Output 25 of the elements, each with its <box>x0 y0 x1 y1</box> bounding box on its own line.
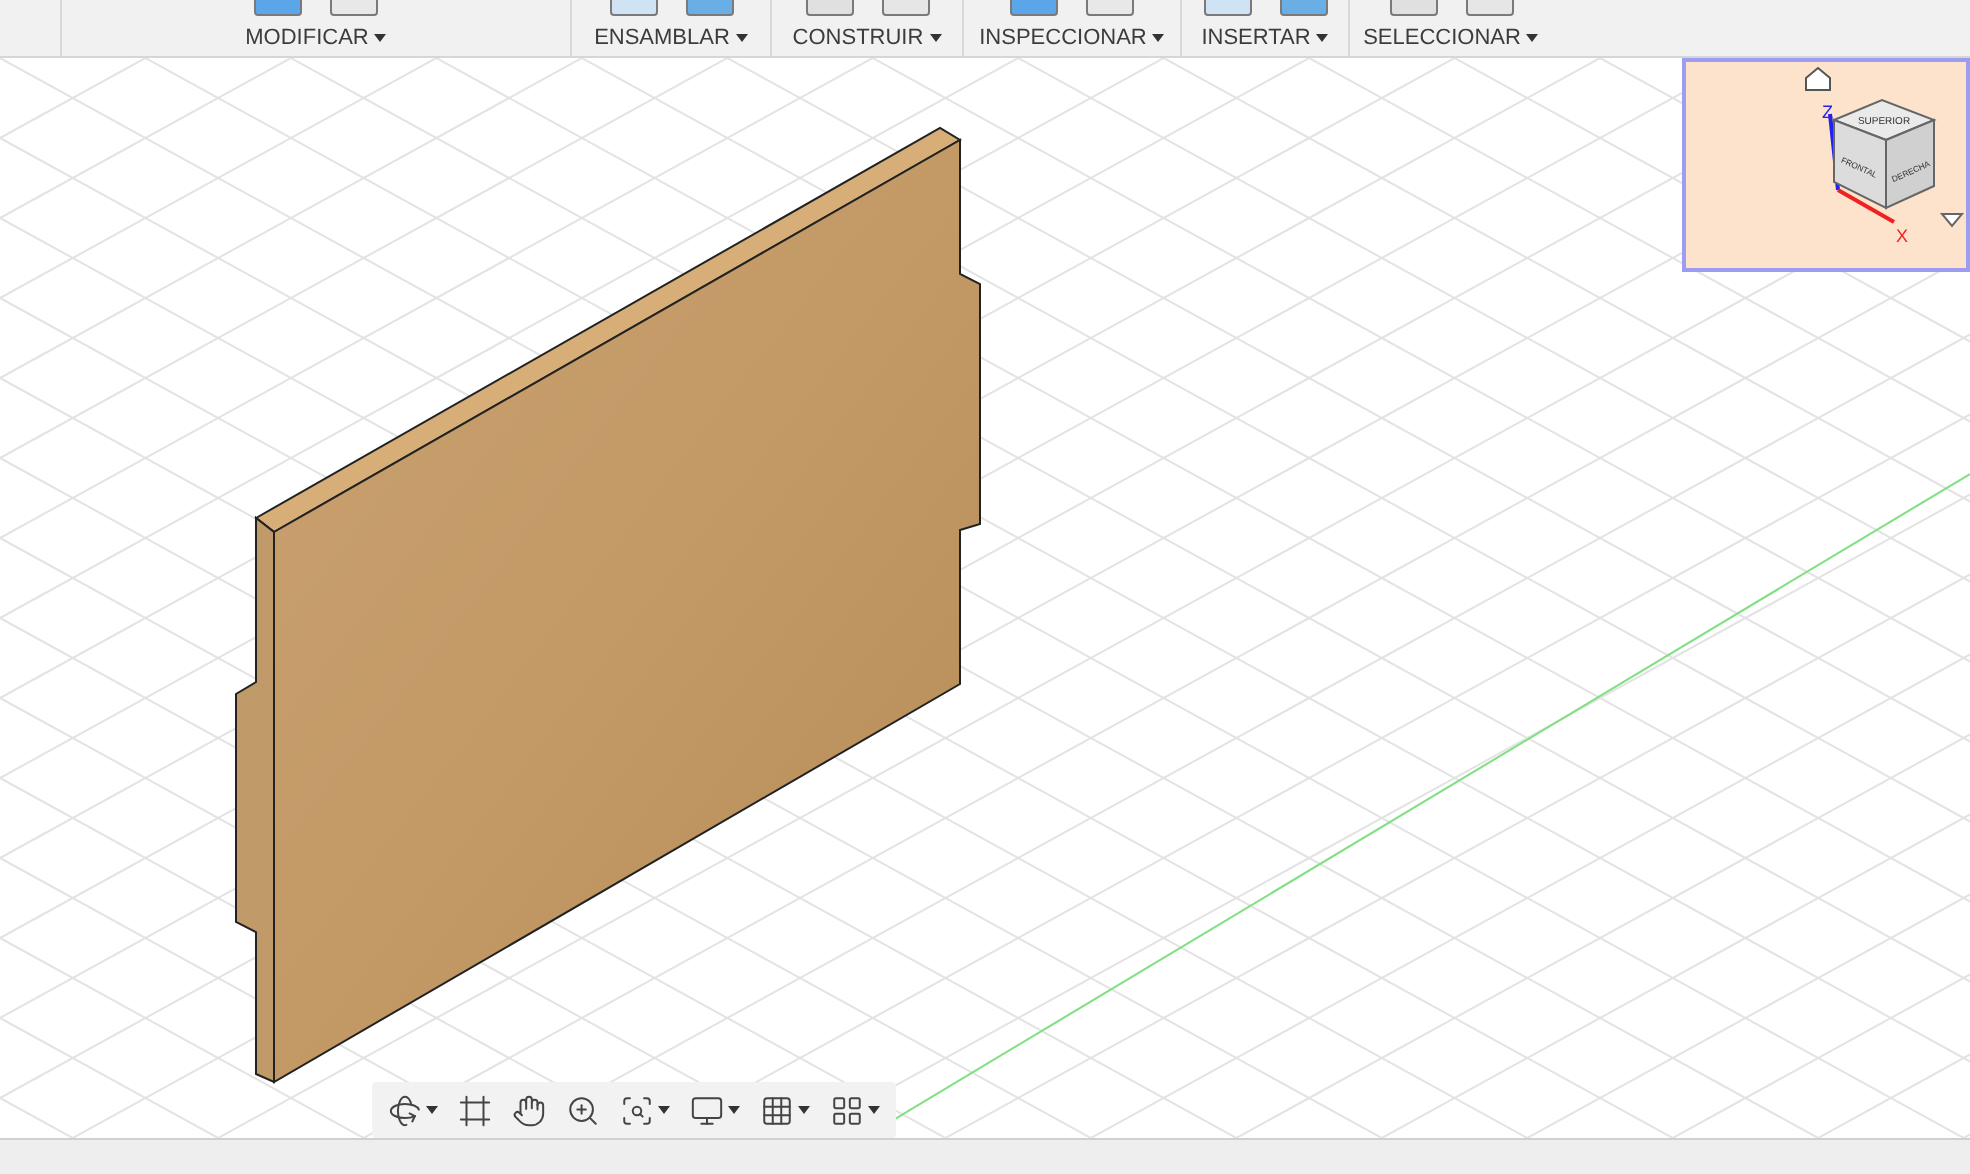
caret-icon <box>1316 34 1329 42</box>
caret-icon <box>798 1106 810 1114</box>
zoom-icon <box>566 1093 600 1127</box>
toolbar-group-menu[interactable]: CONSTRUIR <box>792 26 942 50</box>
caret-icon <box>658 1106 670 1114</box>
hand-icon <box>512 1093 546 1127</box>
toolbar-group-menu[interactable]: ENSAMBLAR <box>594 26 748 50</box>
toolbar-group-menu[interactable]: INSPECCIONAR <box>979 26 1165 50</box>
caret-icon <box>728 1106 740 1114</box>
caret-icon <box>1152 34 1165 42</box>
toolbar-group-menu[interactable]: INSERTAR <box>1201 26 1329 50</box>
toolbar-group-menu[interactable]: SELECCIONAR <box>1363 26 1539 50</box>
zoom-window-icon <box>620 1093 654 1127</box>
caret-icon <box>929 34 942 42</box>
caret-icon <box>374 34 387 42</box>
toolbar-group-menu[interactable]: MODIFICAR <box>245 26 387 50</box>
caret-icon <box>735 34 748 42</box>
x-axis-label: X <box>1896 226 1909 246</box>
caret-icon <box>426 1106 438 1114</box>
caret-icon <box>868 1106 880 1114</box>
caret-icon <box>1526 34 1539 42</box>
grid-icon <box>760 1093 794 1127</box>
viewports-icon <box>830 1093 864 1127</box>
monitor-icon <box>690 1093 724 1127</box>
orbit-icon <box>388 1093 422 1127</box>
